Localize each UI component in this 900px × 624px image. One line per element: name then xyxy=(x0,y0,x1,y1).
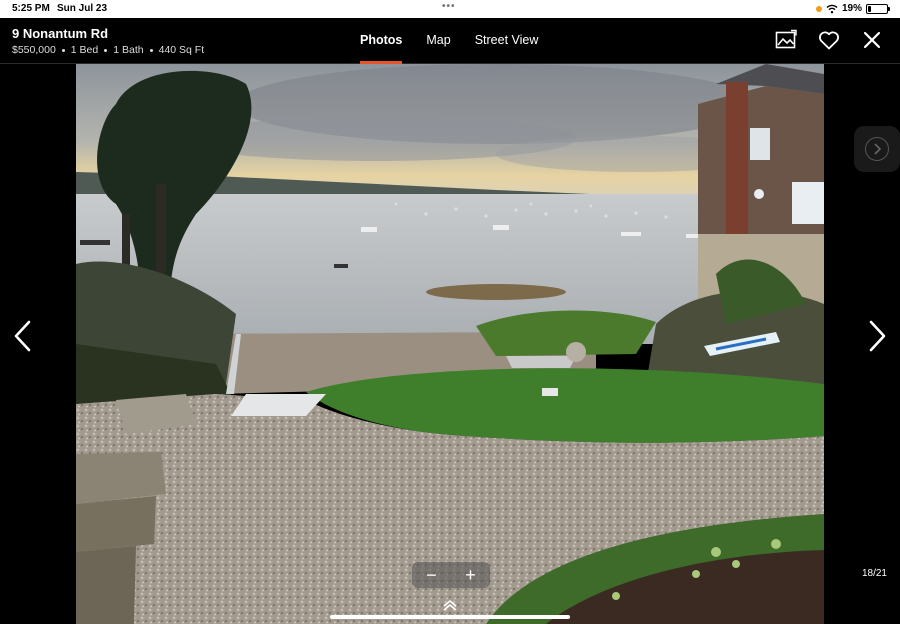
close-icon[interactable] xyxy=(860,28,884,52)
listing-beds: 1 Bed xyxy=(70,44,99,56)
multitask-dots-icon[interactable]: ••• xyxy=(442,1,456,12)
photo-gallery-icon[interactable] xyxy=(774,28,798,52)
chevron-up-icon[interactable] xyxy=(441,598,459,612)
wifi-icon xyxy=(826,4,838,13)
location-dot-icon xyxy=(815,5,822,12)
status-time: 5:25 PM xyxy=(12,3,50,14)
chevron-right-icon xyxy=(874,143,882,155)
separator-dot xyxy=(149,48,153,52)
listing-summary: $550,000 1 Bed 1 Bath 440 Sq Ft xyxy=(12,44,204,56)
tab-map[interactable]: Map xyxy=(426,18,450,64)
listing-address: 9 Nonantum Rd xyxy=(12,26,109,41)
heart-icon[interactable] xyxy=(817,28,841,52)
zoom-out-button[interactable]: − xyxy=(420,566,444,584)
next-listing-ring xyxy=(865,137,889,161)
harbor-photo xyxy=(76,64,824,624)
listing-baths: 1 Bath xyxy=(113,44,144,56)
next-listing-button[interactable] xyxy=(854,126,900,172)
home-indicator[interactable] xyxy=(330,615,570,619)
photo-counter: 18/21 xyxy=(861,568,887,579)
tab-street-view[interactable]: Street View xyxy=(475,18,539,64)
tab-photos[interactable]: Photos xyxy=(360,18,403,64)
battery-icon xyxy=(866,3,890,14)
battery-percent: 19% xyxy=(841,3,862,14)
zoom-in-button[interactable]: + xyxy=(459,566,483,584)
battery-fill xyxy=(868,5,871,12)
separator-dot xyxy=(61,48,65,52)
media-tabs: Photos Map Street View xyxy=(360,18,538,64)
zoom-controls: − + xyxy=(412,562,490,588)
previous-photo-icon[interactable] xyxy=(10,318,34,354)
status-date: Sun Jul 23 xyxy=(57,3,108,14)
status-indicators: 19% xyxy=(815,3,890,14)
listing-photo[interactable] xyxy=(76,64,824,624)
listing-sqft: 440 Sq Ft xyxy=(158,44,205,56)
battery-nub xyxy=(888,6,890,11)
next-photo-icon[interactable] xyxy=(866,318,890,354)
app-header: 9 Nonantum Rd $550,000 1 Bed 1 Bath 440 … xyxy=(0,18,900,64)
status-bar: 5:25 PM Sun Jul 23 ••• 19% xyxy=(0,0,900,18)
separator-dot xyxy=(104,48,108,52)
listing-price: $550,000 xyxy=(12,44,56,56)
